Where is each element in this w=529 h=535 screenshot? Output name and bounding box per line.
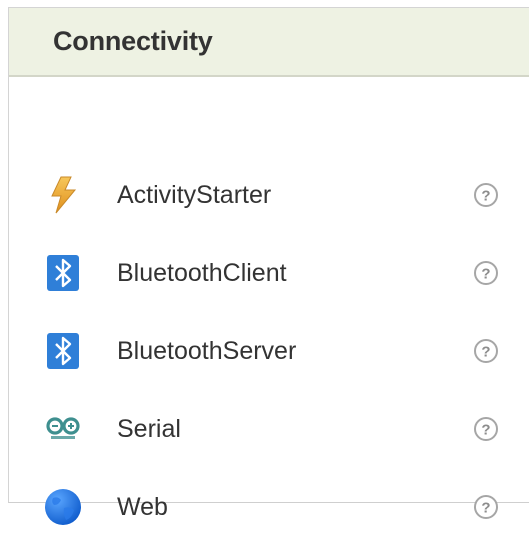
arduino-icon: [43, 409, 83, 449]
svg-text:?: ?: [481, 500, 490, 517]
help-icon[interactable]: ?: [473, 182, 499, 208]
component-item-bluetoothclient[interactable]: BluetoothClient ?: [9, 245, 529, 301]
component-label: BluetoothClient: [117, 258, 287, 287]
component-label: ActivityStarter: [117, 180, 272, 209]
globe-icon: [43, 487, 83, 527]
category-header[interactable]: Connectivity: [9, 8, 529, 77]
component-label: Serial: [117, 414, 181, 443]
svg-text:?: ?: [481, 422, 490, 439]
svg-text:?: ?: [481, 188, 490, 205]
component-label: BluetoothServer: [117, 336, 297, 365]
svg-text:?: ?: [481, 344, 490, 361]
lightning-icon: [43, 175, 83, 215]
help-icon[interactable]: ?: [473, 494, 499, 520]
component-item-web[interactable]: Web ?: [9, 479, 529, 535]
component-label: Web: [117, 492, 168, 521]
component-item-activitystarter[interactable]: ActivityStarter ?: [9, 167, 529, 223]
help-icon[interactable]: ?: [473, 338, 499, 364]
help-icon[interactable]: ?: [473, 416, 499, 442]
component-item-bluetoothserver[interactable]: BluetoothServer ?: [9, 323, 529, 379]
palette-panel: Connectivity ActivityStarter ? Bluetooth…: [8, 7, 529, 525]
bluetooth-icon: [43, 253, 83, 293]
category-title: Connectivity: [53, 26, 213, 56]
component-item-serial[interactable]: Serial ?: [9, 401, 529, 457]
bluetooth-icon: [43, 331, 83, 371]
help-icon[interactable]: ?: [473, 260, 499, 286]
svg-text:?: ?: [481, 266, 490, 283]
